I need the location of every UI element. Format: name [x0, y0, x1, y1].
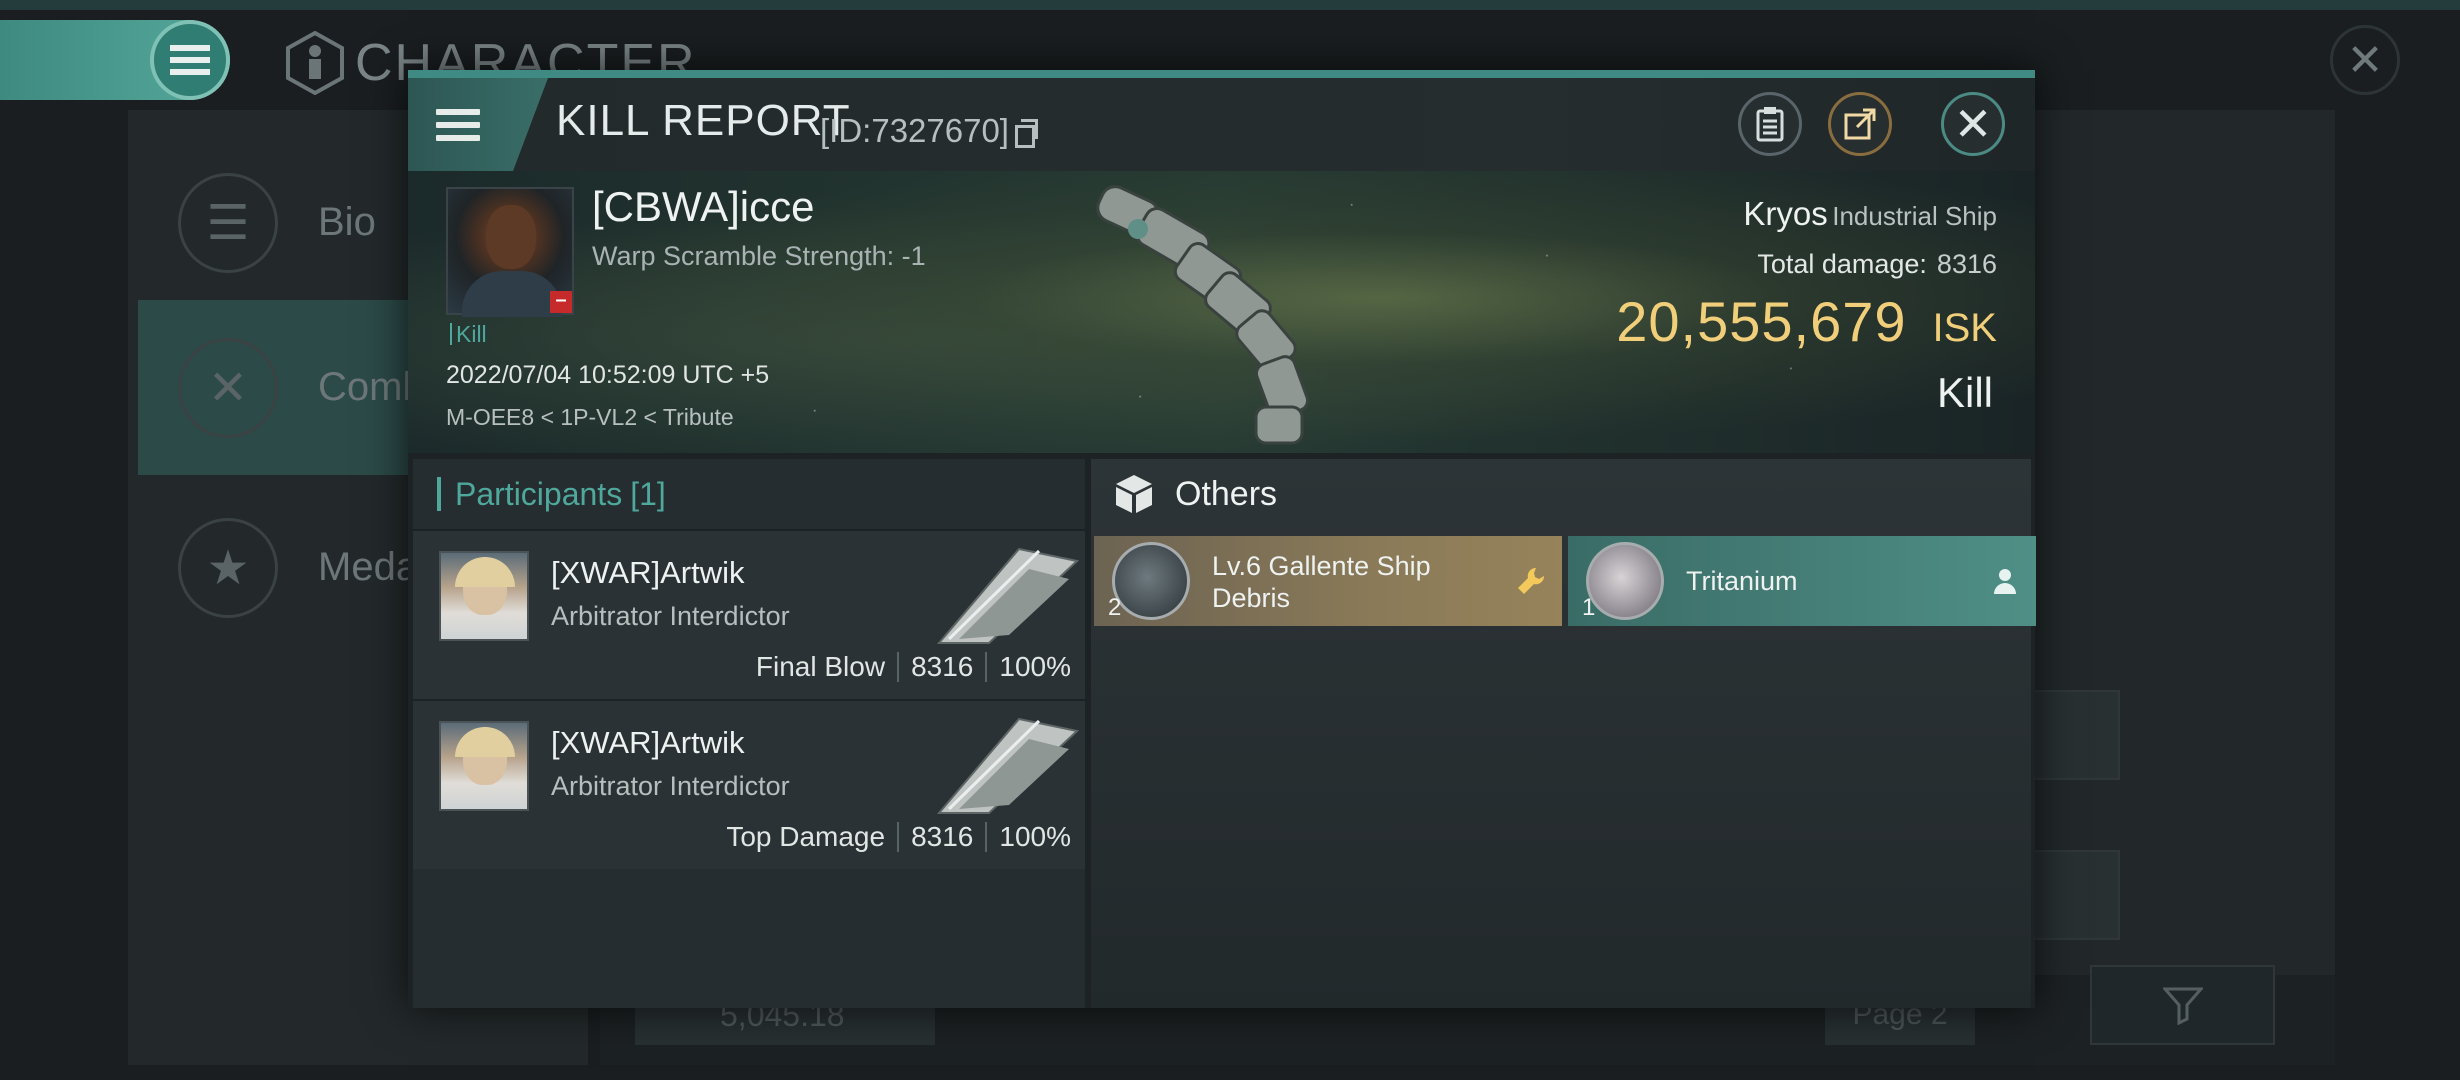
others-header: Others [1091, 459, 2031, 529]
participant-percent: 100% [999, 651, 1071, 682]
item-quantity: 1 [1582, 594, 1596, 621]
total-damage-label: Total damage: [1757, 249, 1927, 279]
victim-banner: – [CBWA]icce Warp Scramble Strength: -1 … [408, 171, 2035, 453]
clipboard-button[interactable] [1738, 92, 1802, 156]
participant-role: Final Blow [755, 651, 886, 682]
victim-name[interactable]: [CBWA]icce [592, 183, 814, 231]
participant-portrait[interactable] [439, 551, 529, 641]
isk-value-line: 20,555,679 ISK [1616, 289, 1997, 354]
participant-stats: Final Blow 8316 100% [756, 651, 1071, 683]
participants-header: Participants [1] [413, 459, 1085, 529]
star-badge-icon: ★ [178, 517, 278, 618]
bg-button[interactable] [2030, 850, 2120, 940]
ship-debris-icon [1112, 542, 1190, 620]
participant-stats: Top Damage 8316 100% [726, 821, 1071, 853]
bg-button[interactable] [2030, 690, 2120, 780]
participants-count: [1] [630, 475, 666, 512]
wrench-icon [1518, 567, 1545, 594]
participant-damage: 8316 [911, 821, 974, 852]
item-name: Tritanium [1686, 566, 1798, 596]
kill-timestamp: 2022/07/04 10:52:09 UTC +5 [446, 361, 770, 389]
tab-bio-label: Bio [318, 200, 376, 244]
participant-ship-image [936, 547, 1079, 644]
main-menu-button[interactable] [0, 20, 230, 100]
share-icon [1844, 108, 1876, 140]
total-damage: Total damage: 8316 [1757, 249, 1997, 280]
isk-value: 20,555,679 [1616, 290, 1907, 353]
victim-portrait[interactable]: – [446, 187, 574, 317]
participant-portrait[interactable] [439, 721, 529, 811]
participant-ship-image [936, 717, 1079, 814]
participant-row[interactable]: [XWAR]Artwik Arbitrator Interdictor Top … [413, 699, 1085, 869]
report-id-text: [ID:7327670] [820, 112, 1009, 149]
participant-role: Top Damage [726, 821, 886, 852]
main-menu-icon [150, 20, 230, 100]
participants-panel: Participants [1] [XWAR]Artwik Arbitrator… [413, 459, 1085, 1008]
participants-label: Participants [455, 475, 623, 512]
dialog-header: KILL REPORT [ID:7327670] ✕ [408, 78, 2035, 171]
kill-location: M-OEE8 < 1P-VL2 < Tribute [446, 404, 734, 430]
filter-button[interactable] [2090, 965, 2275, 1045]
victim-ship-info: Kryos Industrial Ship [1743, 195, 1997, 233]
crossed-swords-icon: ✕ [178, 337, 278, 438]
participant-damage: 8316 [911, 651, 974, 682]
top-strip [0, 0, 2460, 10]
victim-ship-name: Kryos [1743, 195, 1828, 232]
participant-ship: Arbitrator Interdictor [551, 601, 790, 631]
close-icon: ✕ [1953, 98, 1993, 150]
participant-name: [XWAR]Artwik [551, 725, 745, 760]
item-name: Lv.6 Gallente Ship Debris [1212, 551, 1431, 613]
total-damage-value: 8316 [1936, 249, 1997, 279]
character-icon [286, 31, 344, 95]
item-quantity: 2 [1108, 594, 1122, 621]
participant-name: [XWAR]Artwik [551, 555, 745, 590]
dropped-item[interactable]: 1 Tritanium [1568, 536, 2036, 626]
person-icon [1994, 569, 2016, 594]
participant-row[interactable]: [XWAR]Artwik Arbitrator Interdictor Fina… [413, 529, 1085, 699]
isk-unit: ISK [1932, 306, 1997, 350]
victim-ship-image [1096, 185, 1310, 445]
filter-icon [2162, 987, 2203, 1025]
hamburger-icon [436, 108, 480, 141]
list-icon: ☰ [178, 172, 278, 273]
copy-icon[interactable] [1014, 119, 1038, 148]
share-button[interactable] [1828, 92, 1892, 156]
kill-tag: Kill [450, 323, 487, 346]
kill-result: Kill [1936, 369, 1993, 416]
cube-icon [1116, 475, 1152, 513]
warp-scramble-strength: Warp Scramble Strength: -1 [592, 241, 926, 271]
kill-report-dialog: KILL REPORT [ID:7327670] ✕ – [CBWA]icce … [408, 70, 2036, 1008]
others-panel: Others 2 Lv.6 Gallente Ship Debris 1 Tri… [1091, 459, 2036, 1008]
hostile-standing-icon: – [550, 290, 572, 313]
participant-percent: 100% [999, 821, 1071, 852]
report-id[interactable]: [ID:7327670] [820, 112, 1038, 150]
victim-ship-class: Industrial Ship [1832, 201, 1997, 231]
dialog-menu-button[interactable] [408, 78, 548, 171]
close-button[interactable]: ✕ [1941, 92, 2005, 156]
others-label: Others [1175, 474, 1278, 513]
clipboard-icon [1756, 107, 1784, 142]
screen-close-button[interactable]: ✕ [2330, 25, 2400, 95]
dialog-title: KILL REPORT [556, 96, 851, 145]
tritanium-icon [1586, 542, 1664, 620]
dropped-item[interactable]: 2 Lv.6 Gallente Ship Debris [1094, 536, 1562, 626]
participant-ship: Arbitrator Interdictor [551, 771, 790, 801]
